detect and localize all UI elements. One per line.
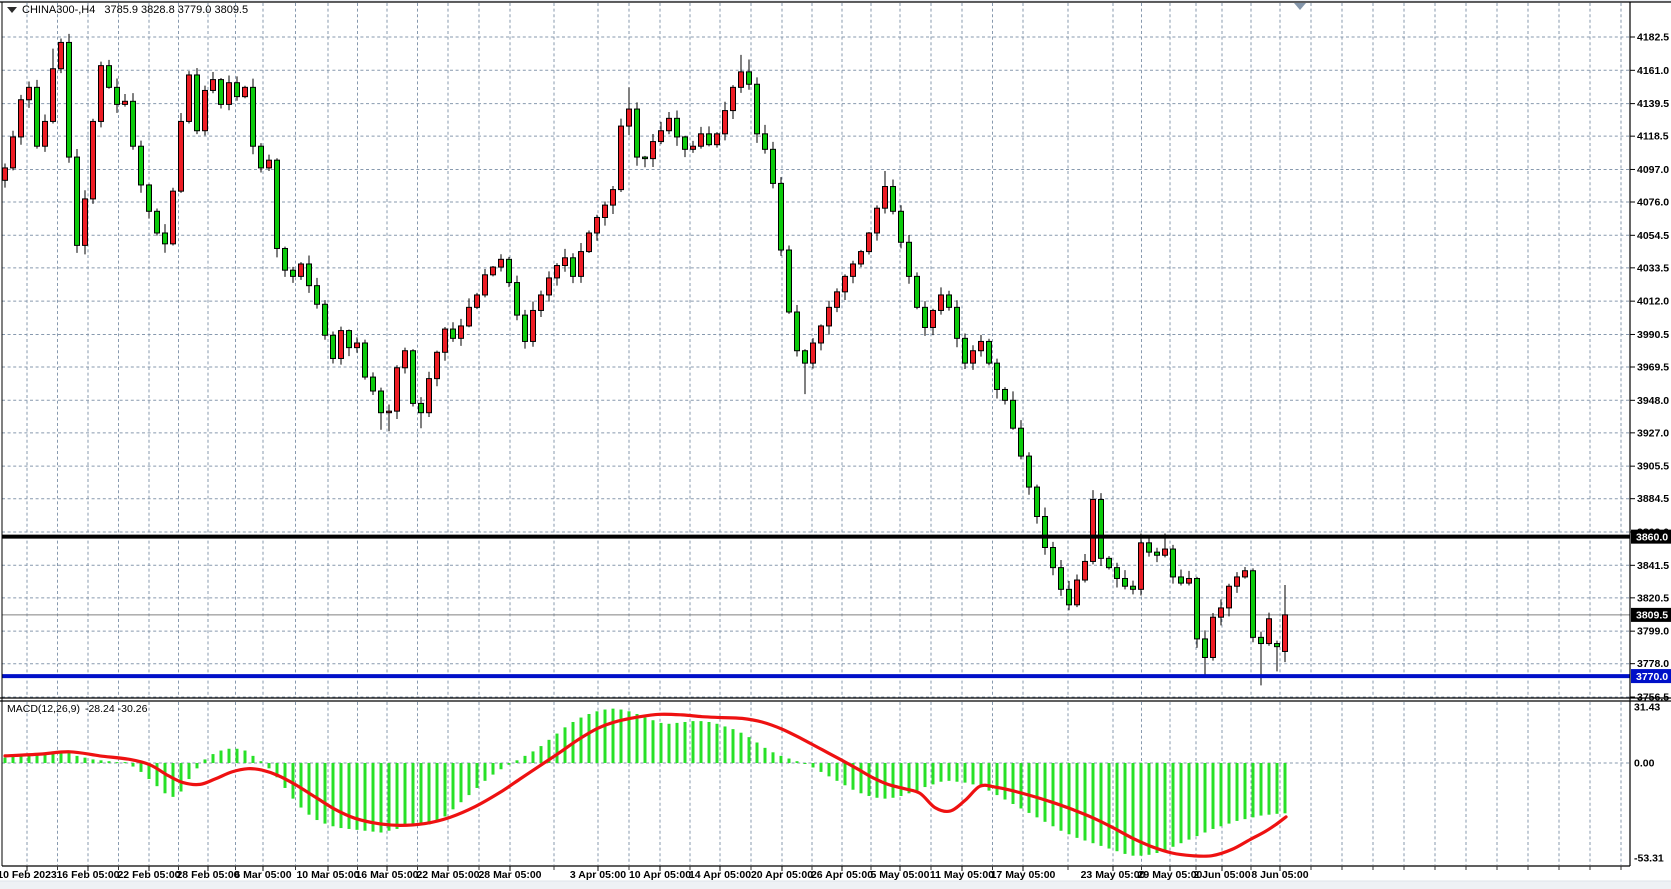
price-tick-label: 4118.5 xyxy=(1637,131,1669,143)
price-tick-label: 4054.5 xyxy=(1637,230,1669,242)
macd-name: MACD(12,26,9) xyxy=(7,703,80,715)
price-badge-resistance[interactable]: 3860.0 xyxy=(1631,530,1671,544)
time-tick-label: 16 Feb 05:00 xyxy=(56,869,119,881)
macd-tick-label: 31.43 xyxy=(1634,701,1660,713)
price-tick-label: 3820.5 xyxy=(1637,592,1669,604)
time-tick-label: 10 Apr 05:00 xyxy=(629,869,691,881)
price-tick-label: 4097.0 xyxy=(1637,164,1669,176)
time-tick-label: 16 Mar 05:00 xyxy=(355,869,418,881)
time-tick-label: 22 Mar 05:00 xyxy=(416,869,479,881)
time-tick-label: 8 Jun 05:00 xyxy=(1251,869,1308,881)
macd-tick-label: -53.31 xyxy=(1634,853,1664,865)
time-tick-label: 28 Mar 05:00 xyxy=(478,869,541,881)
time-tick-label: 6 Mar 05:00 xyxy=(234,869,291,881)
time-tick-label: 11 May 05:00 xyxy=(930,869,994,881)
price-tick-label: 3884.5 xyxy=(1637,493,1669,505)
price-tick-label: 3990.5 xyxy=(1637,329,1669,341)
time-tick-label: 20 Apr 05:00 xyxy=(751,869,813,881)
price-tick-label: 4033.5 xyxy=(1637,262,1669,274)
svg-text:3770.0: 3770.0 xyxy=(1636,671,1668,683)
price-tick-label: 3841.5 xyxy=(1637,560,1669,572)
macd-values: -28.24 -30.26 xyxy=(85,703,147,715)
price-tick-label: 4076.0 xyxy=(1637,197,1669,209)
time-tick-label: 22 Feb 05:00 xyxy=(117,869,180,881)
price-tick-label: 3948.0 xyxy=(1637,395,1669,407)
time-tick-label: 14 Apr 05:00 xyxy=(689,869,751,881)
macd-tick-label: 0.00 xyxy=(1634,758,1655,770)
price-tick-label: 4139.5 xyxy=(1637,98,1669,110)
price-badge-current[interactable]: 3809.5 xyxy=(1631,608,1671,622)
price-tick-label: 3778.0 xyxy=(1637,658,1669,670)
chart-shift-marker-icon[interactable] xyxy=(1294,3,1306,10)
time-tick-label: 5 May 05:00 xyxy=(871,869,930,881)
ohlc-values: 3785.9 3828.8 3779.0 3809.5 xyxy=(104,4,248,16)
one-click-trading-icon[interactable] xyxy=(7,7,17,13)
svg-text:3809.5: 3809.5 xyxy=(1636,610,1668,622)
time-tick-label: 26 Apr 05:00 xyxy=(811,869,873,881)
price-tick-label: 4012.0 xyxy=(1637,296,1669,308)
price-badge-support[interactable]: 3770.0 xyxy=(1631,669,1671,683)
time-tick-label: 10 Feb 2023 xyxy=(0,869,57,881)
price-tick-label: 3969.5 xyxy=(1637,362,1669,374)
price-tick-label: 3927.0 xyxy=(1637,427,1669,439)
time-tick-label: 2 Jun 05:00 xyxy=(1193,869,1250,881)
price-tick-label: 4182.5 xyxy=(1637,32,1669,44)
time-tick-label: 28 Feb 05:00 xyxy=(176,869,239,881)
chart-window: 4182.5 4161.0 4139.5 4118.5 4097.0 4076.0 4054… xyxy=(0,0,1671,889)
price-tick-label: 3905.5 xyxy=(1637,461,1669,473)
symbol-header: CHINA300-,H4 3785.9 3828.8 3779.0 3809.5 xyxy=(22,4,248,16)
chart-canvas[interactable]: 4182.5 4161.0 4139.5 4118.5 4097.0 4076.0 4054… xyxy=(0,0,1671,889)
time-tick-label: 17 May 05:00 xyxy=(991,869,1056,881)
symbol-period-label: CHINA300-,H4 xyxy=(22,4,95,16)
time-tick-label: 10 Mar 05:00 xyxy=(296,869,359,881)
time-tick-label: 3 Apr 05:00 xyxy=(570,869,626,881)
price-tick-label: 4161.0 xyxy=(1637,65,1669,77)
time-tick-label: 23 May 05:00 xyxy=(1081,869,1146,881)
macd-indicator-label: MACD(12,26,9) -28.24 -30.26 xyxy=(7,703,147,715)
price-tick-label: 3799.0 xyxy=(1637,626,1669,638)
svg-text:3860.0: 3860.0 xyxy=(1636,531,1668,543)
